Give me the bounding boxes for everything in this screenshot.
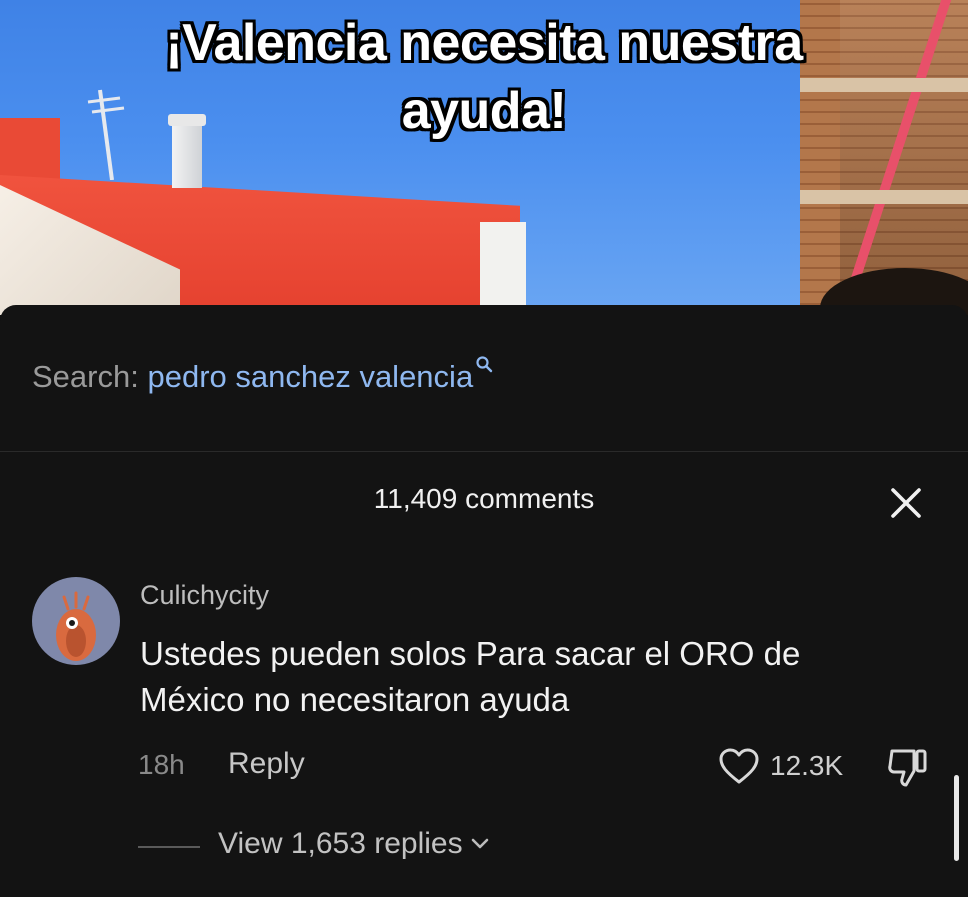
comment-text-line-1: Ustedes pueden solos Para sacar el ORO d… [140,635,801,672]
search-label: Search: [32,359,139,394]
video-caption: ¡Valencia necesita nuestra ayuda! [0,14,968,140]
video-frame[interactable]: ¡Valencia necesita nuestra ayuda! [0,0,968,315]
view-replies-button[interactable]: View 1,653 replies [218,827,491,861]
divider [0,451,968,452]
view-replies-label: View 1,653 replies [218,827,463,860]
search-icon[interactable] [475,355,493,373]
like-count: 12.3K [770,750,844,781]
chevron-down-icon [471,838,488,849]
comments-sheet: Search: pedro sanchez valencia 11,409 co… [0,305,968,897]
scrollbar[interactable] [954,775,959,861]
avatar-image [56,591,96,661]
heart-icon [719,748,759,784]
comment-text-line-2: México no necesitaron ayuda [140,681,570,718]
reply-button[interactable]: Reply [228,747,305,781]
white-wall [480,222,526,315]
close-icon[interactable] [884,481,928,525]
comments-count-title: 11,409 comments [373,483,595,514]
comment-timestamp: 18h [138,749,185,780]
avatar[interactable] [32,577,120,665]
search-suggestion[interactable]: Search: pedro sanchez valencia [32,356,493,395]
search-query-link[interactable]: pedro sanchez valencia [147,359,473,394]
caption-line-2: ayuda! [401,82,567,140]
caption-line-1: ¡Valencia necesita nuestra [165,14,803,72]
replies-divider-line [138,846,200,848]
comment-text: Ustedes pueden solos Para sacar el ORO d… [140,631,930,723]
thumbs-down-icon[interactable] [884,745,932,789]
comment-username[interactable]: Culichycity [140,580,269,611]
like-button[interactable]: 12.3K [718,745,843,787]
